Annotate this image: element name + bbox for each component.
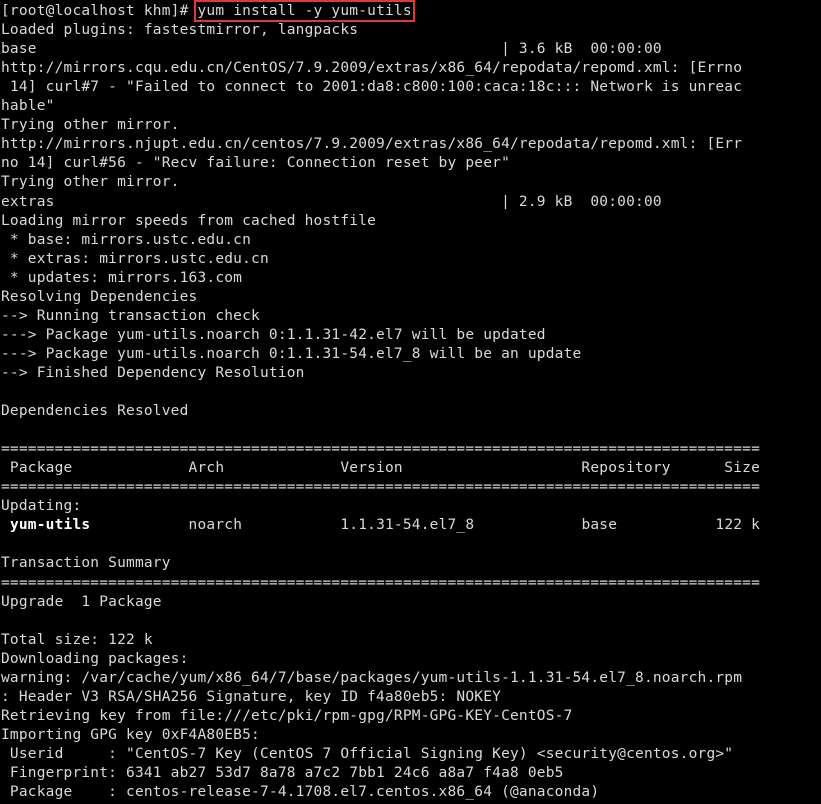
output-line: ========================================… [1, 574, 761, 591]
output-line: Trying other mirror. [1, 174, 180, 191]
output-line: Downloading packages: [1, 650, 189, 667]
output-line: --> Running transaction check [1, 307, 260, 324]
output-line: ---> Package yum-utils.noarch 0:1.1.31-4… [1, 326, 546, 343]
output-line: Trying other mirror. [1, 117, 180, 134]
output-line: warning: /var/cache/yum/x86_64/7/base/pa… [1, 669, 743, 686]
output-line: Package Arch Version Repository Size [1, 460, 761, 477]
output-line: extras | 2.9 kB 00:00:00 [1, 193, 662, 210]
shell-prompt: [root@localhost khm]# [1, 3, 198, 19]
package-details: noarch 1.1.31-54.el7_8 base 122 k [90, 517, 761, 534]
package-row: yum-utils noarch 1.1.31-54.el7_8 base 12… [1, 516, 760, 535]
output-line: Upgrade 1 Package [1, 593, 162, 610]
output-line: Updating: [1, 498, 82, 515]
output-line: hable" [1, 98, 55, 115]
output-line: Transaction Summary [1, 555, 171, 572]
output-line: base | 3.6 kB 00:00:00 [1, 41, 662, 57]
terminal-window[interactable]: [root@localhost khm]# yum install -y yum… [0, 0, 821, 804]
output-line: --> Finished Dependency Resolution [1, 364, 305, 381]
output-line: Retrieving key from file:///etc/pki/rpm-… [1, 707, 573, 724]
output-line: Dependencies Resolved [1, 403, 189, 419]
output-line: Importing GPG key 0xF4A80EB5: [1, 726, 260, 743]
output-line: Resolving Dependencies [1, 288, 198, 305]
output-line: * updates: mirrors.163.com [1, 269, 243, 286]
output-line: * extras: mirrors.ustc.edu.cn [1, 250, 269, 267]
output-line: ---> Package yum-utils.noarch 0:1.1.31-5… [1, 345, 582, 362]
output-line: * base: mirrors.ustc.edu.cn [1, 231, 252, 248]
output-line: Total size: 122 k [1, 631, 153, 648]
output-line: Loaded plugins: fastestmirror, langpacks [1, 22, 359, 38]
prompt-line: [root@localhost khm]# yum install -y yum… [1, 0, 415, 22]
output-line: Package : centos-release-7-4.1708.el7.ce… [1, 784, 600, 800]
output-line: http://mirrors.njupt.edu.cn/centos/7.9.2… [1, 136, 743, 153]
output-line: no 14] curl#56 - "Recv failure: Connecti… [1, 155, 510, 172]
output-line: ========================================… [1, 479, 761, 496]
output-line: : Header V3 RSA/SHA256 Signature, key ID… [1, 688, 502, 705]
output-line: 14] curl#7 - "Failed to connect to 2001:… [1, 79, 743, 96]
package-name: yum-utils [9, 517, 91, 534]
output-line: Loading mirror speeds from cached hostfi… [1, 212, 377, 229]
output-line: Fingerprint: 6341 ab27 53d7 8a78 a7c2 7b… [1, 765, 564, 781]
output-line: http://mirrors.cqu.edu.cn/CentOS/7.9.200… [1, 60, 743, 77]
output-line: ========================================… [1, 441, 761, 458]
output-line: Userid : "CentOS-7 Key (CentOS 7 Officia… [1, 745, 734, 762]
highlighted-command: yum install -y yum-utils [194, 0, 415, 22]
